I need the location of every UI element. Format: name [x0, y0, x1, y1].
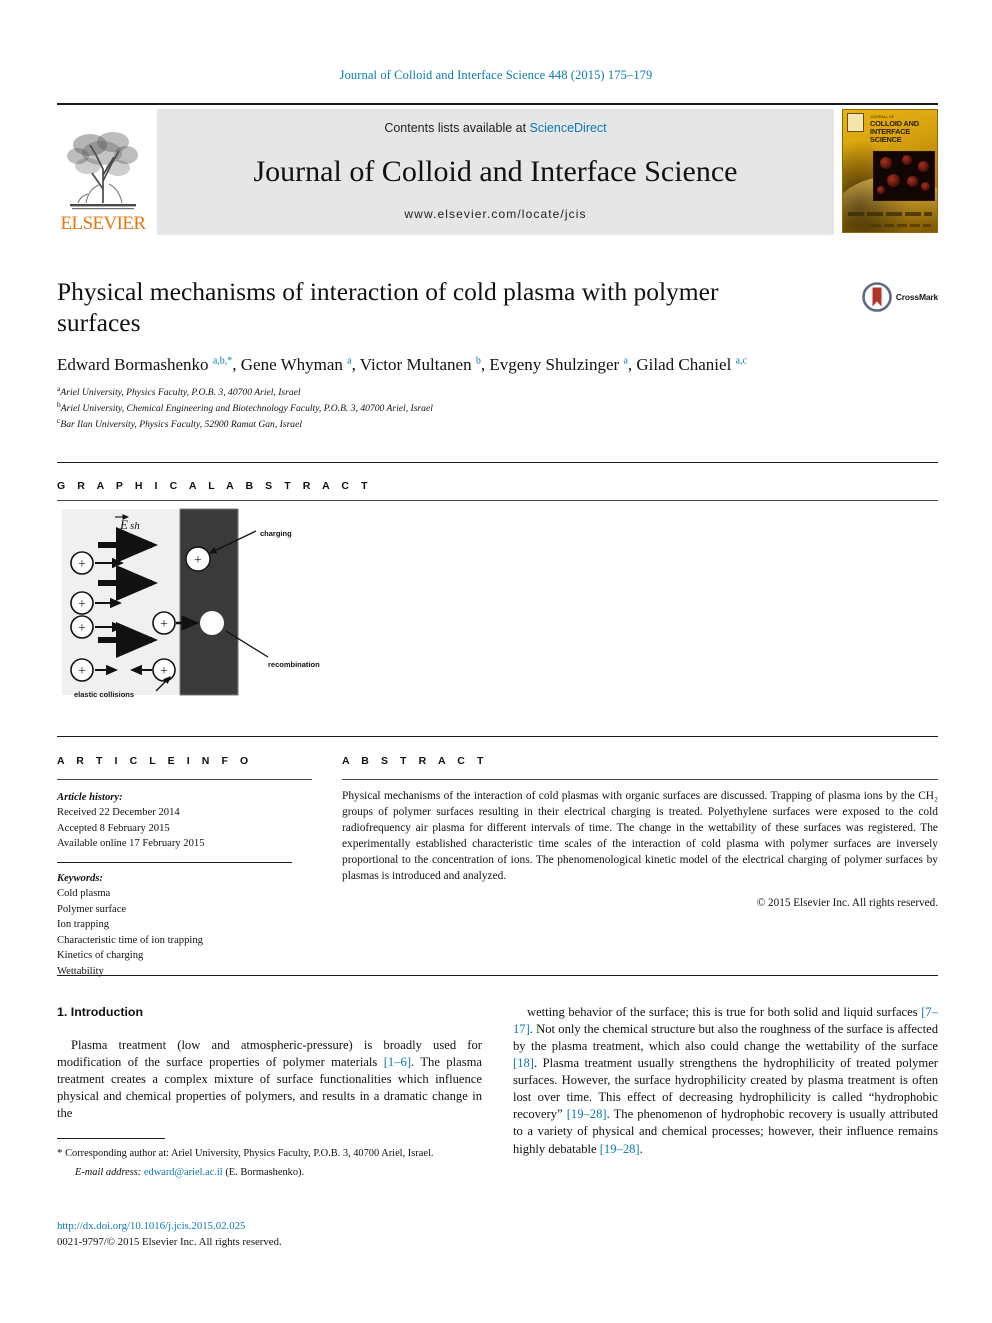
author-list: Edward Bormashenko a,b,*, Gene Whyman a,… — [57, 355, 747, 375]
history-label: Article history: — [57, 792, 123, 803]
divider-footnote — [57, 1138, 165, 1139]
divider-above-article-info — [57, 736, 938, 737]
doi-block: http://dx.doi.org/10.1016/j.jcis.2015.02… — [57, 1218, 487, 1250]
graphical-abstract-heading: G R A P H I C A L A B S T R A C T — [57, 480, 373, 492]
elsevier-tree-icon — [67, 132, 138, 210]
abstract-text: Physical mechanisms of the interaction o… — [342, 790, 938, 883]
divider-graphical-abstract — [57, 500, 938, 501]
abstract-copyright: © 2015 Elsevier Inc. All rights reserved… — [756, 897, 938, 910]
cover-title: JOURNAL OF COLLOID AND INTERFACE SCIENCE — [870, 115, 933, 145]
divider-article-info — [57, 779, 312, 780]
svg-text:+: + — [78, 597, 86, 612]
recombined-particle — [200, 611, 224, 635]
cover-footer-lines — [871, 224, 931, 227]
issn-copyright: 0021-9797/© 2015 Elsevier Inc. All right… — [57, 1236, 282, 1249]
divider-abstract — [342, 779, 938, 780]
journal-url[interactable]: www.elsevier.com/locate/jcis — [404, 207, 586, 221]
keyword-item: Cold plasma — [57, 888, 111, 900]
body-column-left: 1. Introduction Plasma treatment (low an… — [57, 1004, 482, 1122]
article-info-body: Article history: Received 22 December 20… — [57, 790, 312, 979]
corresponding-author-note: * Corresponding author at: Ariel Univers… — [57, 1147, 434, 1159]
journal-cover-thumbnail: JOURNAL OF COLLOID AND INTERFACE SCIENCE — [842, 109, 938, 233]
svg-text:+: + — [160, 617, 168, 632]
abstract-body: Physical mechanisms of the interaction o… — [342, 788, 938, 912]
label-charging: charging — [260, 529, 292, 538]
svg-text:+: + — [194, 553, 202, 568]
affiliation-text: Ariel University, Physics Faculty, P.O.B… — [60, 387, 301, 399]
divider-above-graphical-abstract — [57, 462, 938, 463]
email-label: E-mail address: — [75, 1166, 142, 1178]
contents-line: Contents lists available at ScienceDirec… — [384, 121, 606, 135]
elsevier-wordmark: ELSEVIER — [60, 213, 147, 234]
polymer-slab — [180, 509, 238, 695]
affiliation-item: aAriel University, Physics Faculty, P.O.… — [57, 384, 938, 400]
body-paragraph: Plasma treatment (low and atmospheric-pr… — [57, 1037, 482, 1121]
keyword-item: Characteristic time of ion trapping — [57, 934, 203, 946]
divider-keywords — [57, 861, 292, 863]
elsevier-logo: ELSEVIER — [57, 109, 149, 235]
doi-link[interactable]: http://dx.doi.org/10.1016/j.jcis.2015.02… — [57, 1218, 487, 1234]
label-elastic-collisions: elastic collisions — [74, 690, 135, 699]
journal-masthead: ELSEVIER Contents lists available at Sci… — [57, 103, 938, 235]
keyword-item: Polymer surface — [57, 903, 127, 915]
crossmark-label: CrossMark — [895, 292, 938, 302]
title-block: Physical mechanisms of interaction of co… — [57, 276, 938, 432]
keywords-label: Keywords: — [57, 872, 103, 884]
graphical-abstract-figure: E sh + + + + + + + charging recombinatio… — [60, 505, 360, 700]
svg-text:sh: sh — [130, 520, 140, 532]
keyword-item: Ion trapping — [57, 919, 110, 931]
cover-title-line3: SCIENCE — [870, 135, 902, 145]
email-owner: (E. Bormashenko). — [225, 1166, 305, 1178]
page-title: Physical mechanisms of interaction of co… — [57, 277, 719, 338]
article-info-heading: A R T I C L E I N F O — [57, 755, 253, 767]
sciencedirect-link[interactable]: ScienceDirect — [530, 121, 607, 135]
keyword-item: Kinetics of charging — [57, 950, 144, 962]
section-heading-introduction: 1. Introduction — [57, 1005, 144, 1019]
cover-micrograph — [873, 151, 935, 201]
label-recombination: recombination — [268, 660, 320, 669]
journal-title: Journal of Colloid and Interface Science — [253, 154, 738, 188]
email-link[interactable]: edward@ariel.ac.il — [144, 1167, 223, 1178]
running-head: Journal of Colloid and Interface Science… — [339, 68, 653, 82]
history-item: Received 22 December 2014 — [57, 807, 180, 819]
affiliation-text: Ariel University, Chemical Engineering a… — [60, 403, 433, 415]
article-first-page: Journal of Colloid and Interface Science… — [0, 0, 992, 1323]
footnote-block: * Corresponding author at: Ariel Univers… — [57, 1146, 482, 1181]
contents-prefix: Contents lists available at — [384, 121, 530, 135]
email-note: E-mail address: edward@ariel.ac.il (E. B… — [57, 1166, 482, 1181]
svg-text:+: + — [78, 557, 86, 572]
affiliation-list: aAriel University, Physics Faculty, P.O.… — [57, 384, 938, 431]
svg-text:+: + — [160, 664, 168, 679]
trapped-ion: + — [185, 546, 211, 572]
affiliation-item: bAriel University, Chemical Engineering … — [57, 400, 938, 416]
affiliation-text: Bar Ilan University, Physics Faculty, 52… — [60, 419, 303, 431]
history-item: Accepted 8 February 2015 — [57, 822, 170, 834]
history-item: Available online 17 February 2015 — [57, 838, 205, 850]
body-column-right: wetting behavior of the surface; this is… — [513, 1004, 938, 1158]
svg-text:+: + — [78, 664, 86, 679]
divider-above-body — [57, 975, 938, 976]
journal-banner: Contents lists available at ScienceDirec… — [157, 109, 834, 235]
crossmark-badge[interactable]: CrossMark — [862, 282, 938, 312]
affiliation-item: cBar Ilan University, Physics Faculty, 5… — [57, 416, 938, 432]
plasma-sheath-diagram: E sh + + + + + + + — [62, 508, 269, 696]
body-paragraph: wetting behavior of the surface; this is… — [513, 1005, 938, 1156]
crossmark-icon — [862, 282, 892, 312]
cover-publisher-mark — [847, 113, 864, 132]
field-label: E — [119, 517, 128, 532]
cover-caption-lines — [848, 212, 932, 216]
svg-text:+: + — [78, 621, 86, 636]
abstract-heading: A B S T R A C T — [342, 755, 488, 767]
keyword-item: Wettability — [57, 965, 104, 977]
